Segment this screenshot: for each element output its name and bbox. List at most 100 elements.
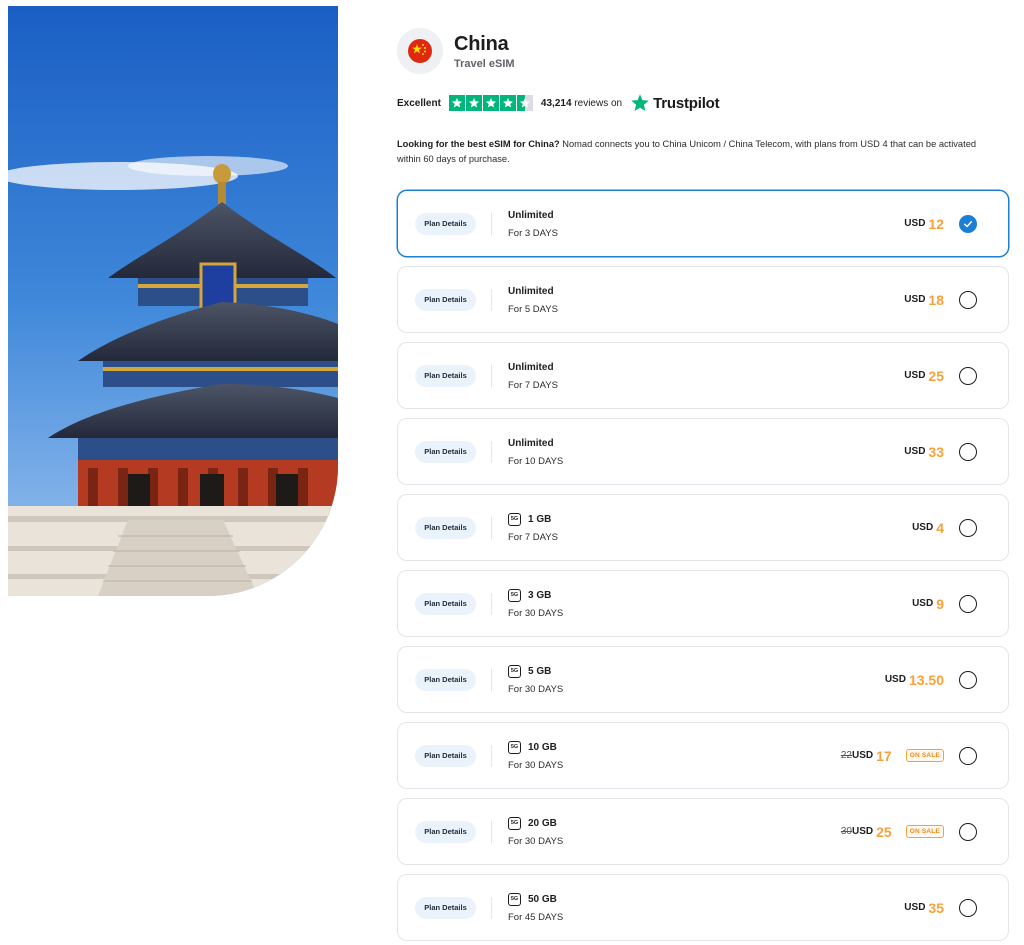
plan-price: USD 12 [904, 191, 944, 256]
plan-title: 5G 20 GB [508, 817, 563, 831]
plan-duration: For 30 DAYS [508, 683, 564, 695]
plan-name: Unlimited [508, 438, 554, 449]
plan-title: 5G 3 GB [508, 589, 563, 603]
plan-price: USD 18 [904, 267, 944, 332]
plan-option[interactable]: Plan Details Unlimited For 10 DAYS USD 33 [397, 418, 1009, 485]
5g-icon: 5G [508, 893, 521, 906]
trustpilot-logo-text: Trustpilot [653, 94, 720, 112]
plan-info: Unlimited For 5 DAYS [508, 285, 558, 315]
plan-select-radio[interactable] [959, 290, 977, 309]
plan-select-radio[interactable] [959, 670, 977, 689]
plan-info: 5G 10 GB For 30 DAYS [508, 741, 563, 771]
plan-duration: For 5 DAYS [508, 303, 558, 315]
plan-details-button[interactable]: Plan Details [415, 516, 476, 539]
plan-info: 5G 50 GB For 45 DAYS [508, 893, 563, 923]
plan-select-radio[interactable] [959, 366, 977, 385]
price-currency: USD [852, 750, 874, 761]
plan-details-button[interactable]: Plan Details [415, 592, 476, 615]
plan-option[interactable]: Plan Details 5G 20 GB For 30 DAYS 30 USD 25 ON … [397, 798, 1009, 865]
divider [491, 288, 492, 311]
plan-option[interactable]: Plan Details Unlimited For 5 DAYS USD 18 [397, 266, 1009, 333]
plan-info: 5G 20 GB For 30 DAYS [508, 817, 563, 847]
plan-info: Unlimited For 10 DAYS [508, 437, 563, 467]
5g-icon: 5G [508, 589, 521, 602]
divider [491, 440, 492, 463]
plan-select-radio[interactable] [959, 898, 977, 917]
hero-image [8, 6, 338, 596]
checkmark-icon [963, 220, 973, 227]
5g-icon: 5G [508, 513, 521, 526]
plan-select-radio[interactable] [959, 518, 977, 537]
description-lead: Looking for the best eSIM for China? [397, 139, 560, 149]
plan-details-button[interactable]: Plan Details [415, 896, 476, 919]
divider [491, 212, 492, 235]
divider [491, 744, 492, 767]
plan-price: 22 USD 17 ON SALE [841, 723, 944, 788]
plan-info: Unlimited For 7 DAYS [508, 361, 558, 391]
china-flag-icon [408, 39, 432, 63]
plan-name: 5 GB [528, 666, 552, 677]
price-amount: 25 [876, 823, 892, 840]
star-icon [499, 95, 516, 111]
plan-details-button[interactable]: Plan Details [415, 440, 476, 463]
plan-details-button[interactable]: Plan Details [415, 668, 476, 691]
plan-select-radio[interactable] [959, 746, 977, 765]
plan-select-radio[interactable] [959, 594, 977, 613]
5g-icon: 5G [508, 817, 521, 830]
trustpilot-rating[interactable]: Excellent 43,214 reviews on Trustpilot [397, 92, 720, 114]
plan-price: 30 USD 25 ON SALE [841, 799, 944, 864]
plan-duration: For 30 DAYS [508, 759, 564, 771]
flag-badge [397, 28, 443, 74]
plan-name: Unlimited [508, 286, 554, 297]
divider [491, 896, 492, 919]
plan-title: Unlimited [508, 285, 558, 299]
divider [491, 516, 492, 539]
star-icon [482, 95, 499, 111]
plan-details-button[interactable]: Plan Details [415, 288, 476, 311]
price-amount: 4 [936, 519, 944, 536]
plan-price: USD 25 [904, 343, 944, 408]
plan-price: USD 13.50 [885, 647, 944, 712]
price-currency: USD [912, 598, 934, 609]
plan-duration: For 30 DAYS [508, 607, 564, 619]
reviews-count: 43,214 [540, 97, 572, 109]
plan-details-button[interactable]: Plan Details [415, 744, 476, 767]
5g-icon: 5G [508, 665, 521, 678]
country-header: China Travel eSIM [397, 28, 515, 74]
plan-description: Looking for the best eSIM for China? Nom… [397, 137, 997, 167]
price-amount: 17 [876, 747, 892, 764]
plan-name: 3 GB [528, 590, 552, 601]
plan-select-radio[interactable] [959, 442, 977, 461]
plan-option[interactable]: Plan Details 5G 1 GB For 7 DAYS USD 4 [397, 494, 1009, 561]
on-sale-badge: ON SALE [905, 749, 944, 762]
reviews-text: 43,214 reviews on [541, 98, 622, 109]
plan-details-button[interactable]: Plan Details [415, 820, 476, 843]
plan-option[interactable]: Plan Details 5G 10 GB For 30 DAYS 22 USD 17 ON … [397, 722, 1009, 789]
plan-title: Unlimited [508, 361, 558, 375]
price-currency: USD [904, 218, 926, 229]
plan-name: Unlimited [508, 362, 554, 373]
plan-details-button[interactable]: Plan Details [415, 212, 476, 235]
plan-duration: For 7 DAYS [508, 379, 558, 391]
plan-option[interactable]: Plan Details 5G 3 GB For 30 DAYS USD 9 [397, 570, 1009, 637]
star-icon [448, 95, 465, 111]
plan-select-radio[interactable] [959, 214, 977, 233]
price-amount: 12 [928, 215, 944, 232]
price-amount: 13.50 [908, 671, 944, 688]
price-amount: 33 [928, 443, 944, 460]
5g-icon: 5G [508, 741, 521, 754]
trustpilot-star-icon [631, 94, 649, 111]
country-title: China [454, 33, 509, 55]
temple-of-heaven-illustration [8, 6, 338, 596]
plan-option[interactable]: Plan Details 5G 5 GB For 30 DAYS USD 13.50 [397, 646, 1009, 713]
plan-name: 10 GB [528, 742, 557, 753]
plan-option[interactable]: Plan Details 5G 50 GB For 45 DAYS USD 35 [397, 874, 1009, 941]
price-amount: 25 [928, 367, 944, 384]
plan-option[interactable]: Plan Details Unlimited For 7 DAYS USD 25 [397, 342, 1009, 409]
plan-details-button[interactable]: Plan Details [415, 364, 476, 387]
plan-option[interactable]: Plan Details Unlimited For 3 DAYS USD 12 [397, 190, 1009, 257]
star-icon [465, 95, 482, 111]
plan-select-radio[interactable] [959, 822, 977, 841]
original-price: 30 [840, 826, 852, 837]
plan-name: Unlimited [508, 210, 554, 221]
